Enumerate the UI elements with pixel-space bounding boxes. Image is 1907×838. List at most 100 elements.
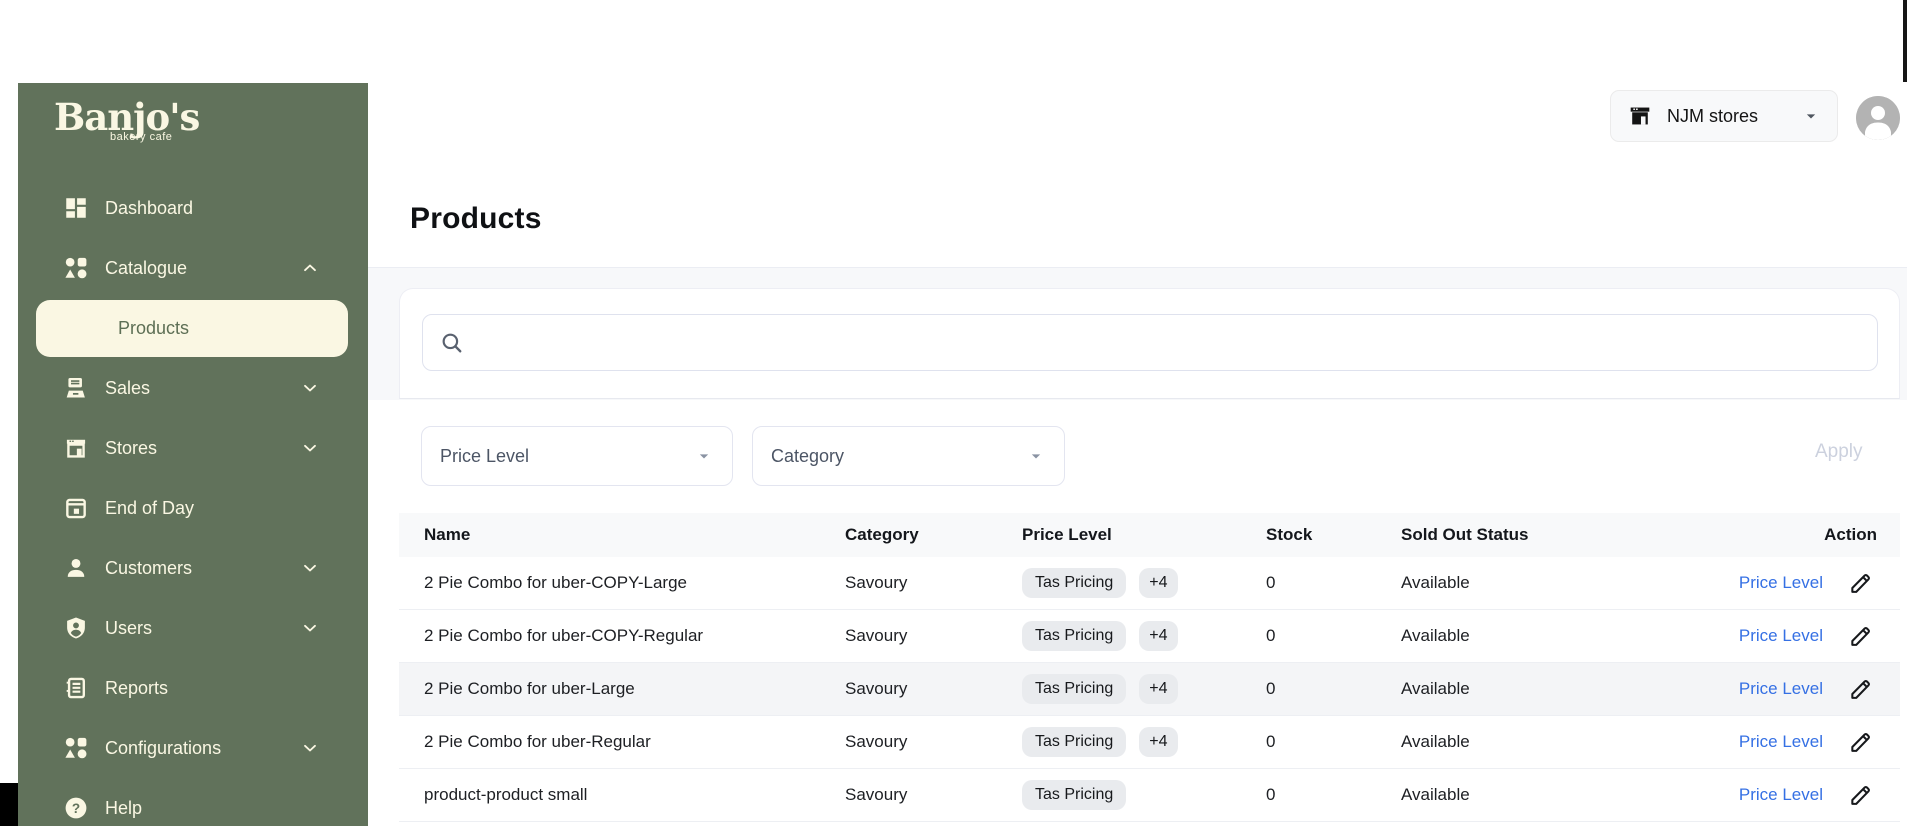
reports-icon [63,675,89,701]
price-level-select[interactable]: Price Level [421,426,733,486]
storefront-icon [1627,103,1653,129]
price-level-link[interactable]: Price Level [1739,732,1823,752]
chevron-down-icon [694,446,714,466]
category-select[interactable]: Category [752,426,1065,486]
chevron-down-icon [300,738,320,758]
price-level-chip: Tas Pricing [1022,674,1127,704]
sold-out-status: Available [1401,662,1681,716]
category-icon [63,255,89,281]
sidebar-item-label: End of Day [105,497,195,518]
calendar-icon [63,495,89,521]
sold-out-status: Available [1401,715,1681,769]
price-level-select-label: Price Level [440,445,530,466]
product-category: Savoury [845,715,1022,769]
sidebar-item-label: Dashboard [105,197,194,218]
product-name: 2 Pie Combo for uber-COPY-Regular [399,609,845,663]
storefront-icon [63,435,89,461]
edit-pencil-button[interactable] [1848,570,1874,596]
column-header-sold-out-status: Sold Out Status [1401,513,1681,557]
product-category: Savoury [845,662,1022,716]
product-category: Savoury [845,768,1022,822]
sidebar-item-sales[interactable]: Sales [18,358,368,418]
price-level-link[interactable]: Price Level [1739,573,1823,593]
product-stock: 0 [1266,662,1401,716]
help-icon: ? [63,795,89,821]
sidebar-item-label: Sales [105,377,151,398]
price-level-more-chip[interactable]: +4 [1139,674,1178,704]
sidebar-item-users[interactable]: Users [18,598,368,658]
column-header-name: Name [399,513,845,557]
price-level-chip: Tas Pricing [1022,727,1127,757]
search-input[interactable] [465,315,1877,370]
price-level-link[interactable]: Price Level [1739,785,1823,805]
sidebar-item-label: Customers [105,557,193,578]
edit-pencil-button[interactable] [1848,676,1874,702]
product-name: 2 Pie Combo for uber-Large [399,662,845,716]
sidebar-item-label: Help [105,797,143,818]
dashboard-icon [63,195,89,221]
product-stock: 0 [1266,609,1401,663]
sold-out-status: Available [1401,557,1681,610]
table-row: product-product small Savoury Tas Pricing 0… [399,768,1900,822]
sidebar-subitem-products-active[interactable]: Products [36,299,348,357]
scrollbar-edge[interactable] [1903,0,1907,82]
edit-pencil-button[interactable] [1848,623,1874,649]
sidebar-item-configurations[interactable]: Configurations [18,718,368,778]
price-level-chip: Tas Pricing [1022,621,1127,651]
store-selector[interactable]: NJM stores [1610,90,1838,142]
table-row: 2 Pie Combo for uber-Large Savoury Tas Pri… [399,662,1900,716]
sidebar-item-customers[interactable]: Customers [18,538,368,598]
sidebar-item-dashboard[interactable]: Dashboard [18,178,368,238]
category-icon [63,735,89,761]
price-level-more-chip[interactable]: +4 [1139,568,1178,598]
products-table: Name Category Price Level Stock Sold Out Sta… [399,513,1900,822]
chevron-down-icon [1801,106,1821,126]
product-stock: 0 [1266,768,1401,822]
banjos-logo: Banjo's bakery cafe [54,97,254,143]
sidebar: Banjo's bakery cafe Dashboard Catalogue Pr… [18,83,368,826]
sidebar-item-label: Catalogue [105,257,188,278]
shield-person-icon [63,615,89,641]
apply-button[interactable]: Apply [1815,441,1895,463]
category-select-label: Category [771,445,845,466]
product-stock: 0 [1266,715,1401,769]
column-header-action: Action [1681,513,1900,557]
user-avatar[interactable] [1856,96,1900,140]
price-level-chip: Tas Pricing [1022,568,1127,598]
store-selector-label: NJM stores [1667,105,1759,126]
edit-pencil-button[interactable] [1848,729,1874,755]
product-category: Savoury [845,609,1022,663]
column-header-stock: Stock [1266,513,1401,557]
screen-artifact-bottom-left [0,783,18,826]
page-title: Products [410,202,542,235]
price-level-link[interactable]: Price Level [1739,679,1823,699]
price-level-more-chip[interactable]: +4 [1139,727,1178,757]
edit-pencil-button[interactable] [1848,782,1874,808]
price-level-chip: Tas Pricing [1022,780,1127,810]
chevron-down-icon [300,438,320,458]
price-level-more-chip[interactable]: +4 [1139,621,1178,651]
sidebar-item-label: Users [105,617,153,638]
sidebar-item-label: Stores [105,437,158,458]
sidebar-item-catalogue[interactable]: Catalogue [18,238,368,298]
pos-icon [63,375,89,401]
sidebar-item-label: Configurations [105,737,222,758]
product-name: 2 Pie Combo for uber-Regular [399,715,845,769]
sidebar-item-reports[interactable]: Reports [18,658,368,718]
chevron-down-icon [300,378,320,398]
column-header-category: Category [845,513,1022,557]
table-row: 2 Pie Combo for uber-Regular Savoury Tas P… [399,715,1900,769]
price-level-link[interactable]: Price Level [1739,626,1823,646]
table-row: 2 Pie Combo for uber-COPY-Large Savoury Ta… [399,557,1900,610]
sidebar-item-label: Reports [105,677,169,698]
sidebar-item-stores[interactable]: Stores [18,418,368,478]
product-name: 2 Pie Combo for uber-COPY-Large [399,557,845,610]
column-header-price-level: Price Level [1022,513,1266,557]
product-category: Savoury [845,557,1022,610]
sidebar-item-end-of-day[interactable]: End of Day [18,478,368,538]
sidebar-item-help[interactable]: ? Help [18,778,368,838]
table-header-row: Name Category Price Level Stock Sold Out Sta… [399,513,1900,557]
search-box [422,314,1878,371]
chevron-down-icon [300,618,320,638]
person-icon [63,555,89,581]
